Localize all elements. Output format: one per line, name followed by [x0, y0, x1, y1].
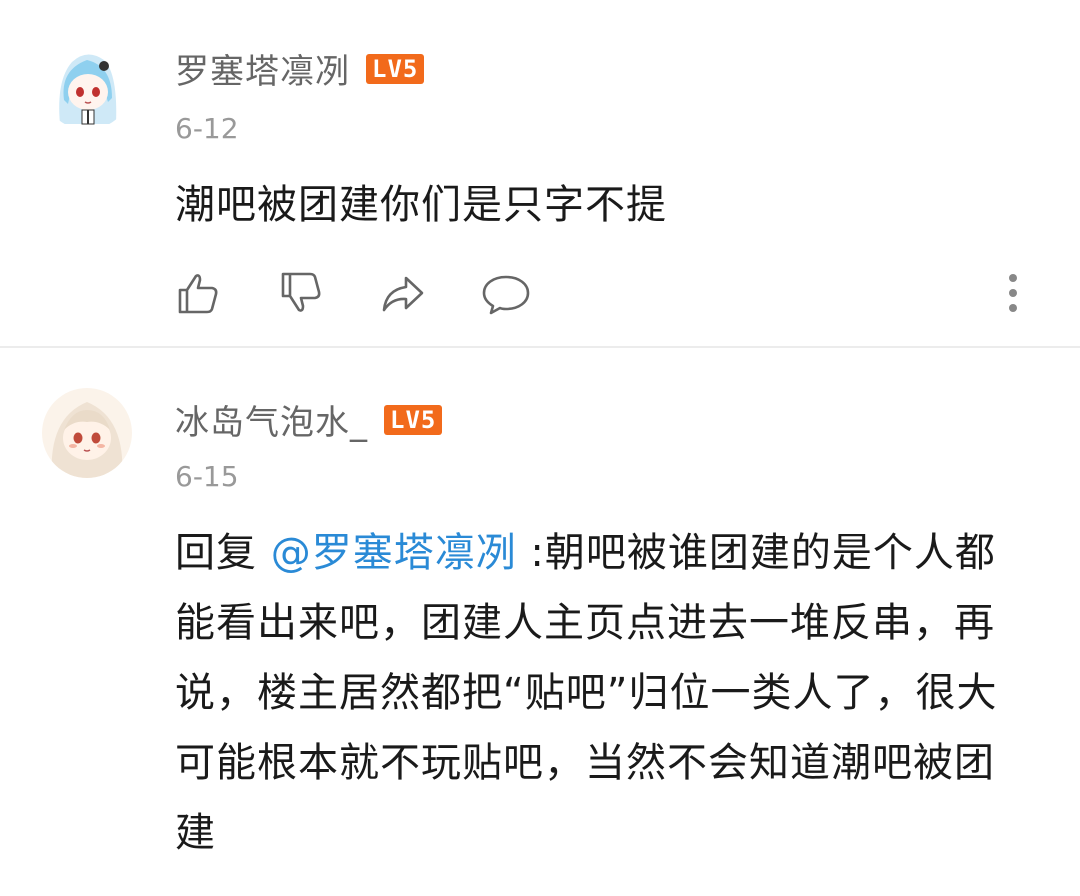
- more-icon[interactable]: [986, 266, 1040, 320]
- username[interactable]: 罗塞塔凛冽: [175, 44, 350, 93]
- share-icon[interactable]: [376, 266, 430, 320]
- reply-body: :朝吧被谁团建的是个人都能看出来吧，团建人主页点进去一堆反串，再说，楼主居然都把…: [175, 530, 998, 856]
- comment-item: 冰岛气泡水_ LV5 6-15 回复 @罗塞塔凛冽 :朝吧被谁团建的是个人都能看…: [0, 348, 1080, 896]
- comment-text: 回复 @罗塞塔凛冽 :朝吧被谁团建的是个人都能看出来吧，团建人主页点进去一堆反串…: [175, 518, 1035, 868]
- avatar[interactable]: [42, 388, 132, 478]
- comment-icon[interactable]: [479, 266, 533, 320]
- avatar[interactable]: [42, 40, 132, 130]
- comment-text: 潮吧被团建你们是只字不提: [175, 182, 667, 228]
- comment-date: 6-15: [175, 460, 239, 493]
- reply-prefix: 回复: [175, 530, 271, 576]
- action-bar: [170, 266, 1040, 320]
- dislike-icon[interactable]: [273, 266, 327, 320]
- mention-link[interactable]: @罗塞塔凛冽: [271, 530, 517, 576]
- level-badge: LV5: [366, 53, 425, 84]
- username[interactable]: 冰岛气泡水_: [175, 395, 368, 444]
- comment-date: 6-12: [175, 112, 239, 145]
- comment-item: 罗塞塔凛冽 LV5 6-12 潮吧被团建你们是只字不提: [0, 0, 1080, 346]
- like-icon[interactable]: [170, 266, 224, 320]
- level-badge: LV5: [384, 404, 443, 435]
